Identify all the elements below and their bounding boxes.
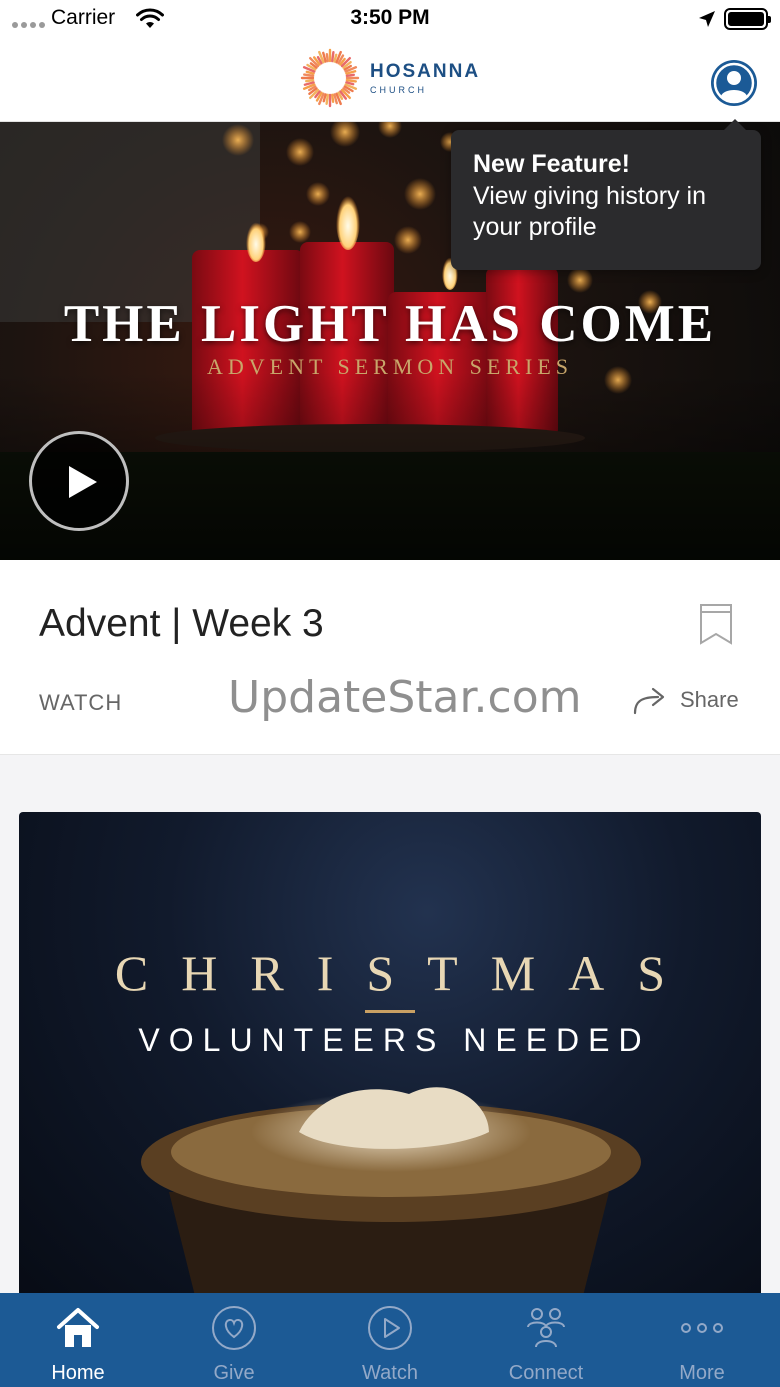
new-feature-tooltip[interactable]: New Feature! View giving history in your…	[451, 119, 761, 270]
bokeh-light	[394, 226, 422, 254]
clock: 3:50 PM	[350, 6, 430, 29]
tab-connect[interactable]: Connect	[468, 1293, 624, 1387]
watch-label: WATCH	[39, 690, 123, 715]
bokeh-light	[404, 178, 436, 210]
tab-label: More	[679, 1362, 725, 1384]
profile-button[interactable]	[711, 60, 757, 106]
play-circle-icon	[368, 1306, 412, 1350]
bokeh-light	[330, 122, 360, 147]
people-icon	[527, 1308, 565, 1348]
app-header: HOSANNA CHURCH	[0, 40, 780, 122]
tab-label: Give	[213, 1362, 255, 1384]
logo-subtitle: CHURCH	[370, 85, 427, 95]
bookmark-icon[interactable]	[698, 602, 734, 646]
bokeh-light	[567, 267, 593, 293]
tab-watch[interactable]: Watch	[312, 1293, 468, 1387]
bokeh-light	[286, 138, 314, 166]
bokeh-light	[306, 182, 330, 206]
hero-title: THE LIGHT HAS COME	[63, 295, 717, 353]
share-label: Share	[680, 687, 739, 712]
bokeh-light	[378, 122, 402, 138]
tooltip-title: New Feature!	[473, 150, 630, 178]
logo-ray	[331, 93, 335, 103]
play-icon	[69, 466, 97, 498]
watermark: UpdateStar.com	[228, 672, 582, 723]
app-screen: Carrier 3:50 PM HOSANNA CHURCH THE LIGHT…	[0, 0, 780, 1387]
promo-divider	[365, 1010, 415, 1013]
user-icon	[713, 62, 755, 104]
logo-ray	[331, 51, 335, 63]
bokeh-light	[222, 124, 254, 156]
tab-label: Home	[51, 1362, 105, 1384]
tab-label: Connect	[508, 1362, 584, 1384]
logo-ray	[345, 79, 357, 83]
sermon-title[interactable]: Advent | Week 3	[39, 602, 324, 646]
promo-title: CHRISTMAS	[114, 945, 699, 1001]
tooltip-body: View giving history in your profile	[473, 182, 706, 241]
share-arrow-icon	[633, 687, 665, 715]
sunburst-logo-icon	[300, 48, 360, 108]
logo-ray	[325, 93, 329, 105]
play-button[interactable]	[29, 431, 129, 531]
bokeh-light	[289, 221, 311, 243]
logo-name: HOSANNA	[370, 61, 481, 82]
sermon-info-card: Advent | Week 3 WATCH UpdateStar.com Sha…	[0, 560, 780, 755]
battery-icon	[724, 8, 771, 30]
heart-icon	[212, 1306, 256, 1350]
tab-give[interactable]: Give	[156, 1293, 312, 1387]
bottom-tab-bar: Home Give Watch Connect More	[0, 1293, 780, 1387]
logo-ray	[303, 73, 315, 77]
promo-subtitle: VOLUNTEERS NEEDED	[138, 1022, 651, 1058]
location-arrow-icon	[699, 11, 715, 27]
more-dots-icon	[681, 1323, 723, 1333]
tab-more[interactable]: More	[624, 1293, 780, 1387]
manger-image	[141, 1087, 641, 1312]
hosanna-logo[interactable]: HOSANNA CHURCH	[300, 48, 480, 108]
home-icon	[57, 1308, 99, 1347]
logo-ray	[345, 73, 355, 77]
share-button[interactable]: Share	[632, 685, 739, 715]
logo-ray	[305, 79, 315, 83]
hero-subtitle: ADVENT SERMON SERIES	[206, 354, 574, 379]
status-bar: Carrier 3:50 PM	[0, 0, 780, 40]
logo-ray	[325, 53, 329, 63]
tab-home[interactable]: Home	[0, 1293, 156, 1387]
christmas-volunteers-card[interactable]: CHRISTMAS VOLUNTEERS NEEDED	[19, 812, 761, 1312]
tab-label: Watch	[362, 1362, 418, 1384]
